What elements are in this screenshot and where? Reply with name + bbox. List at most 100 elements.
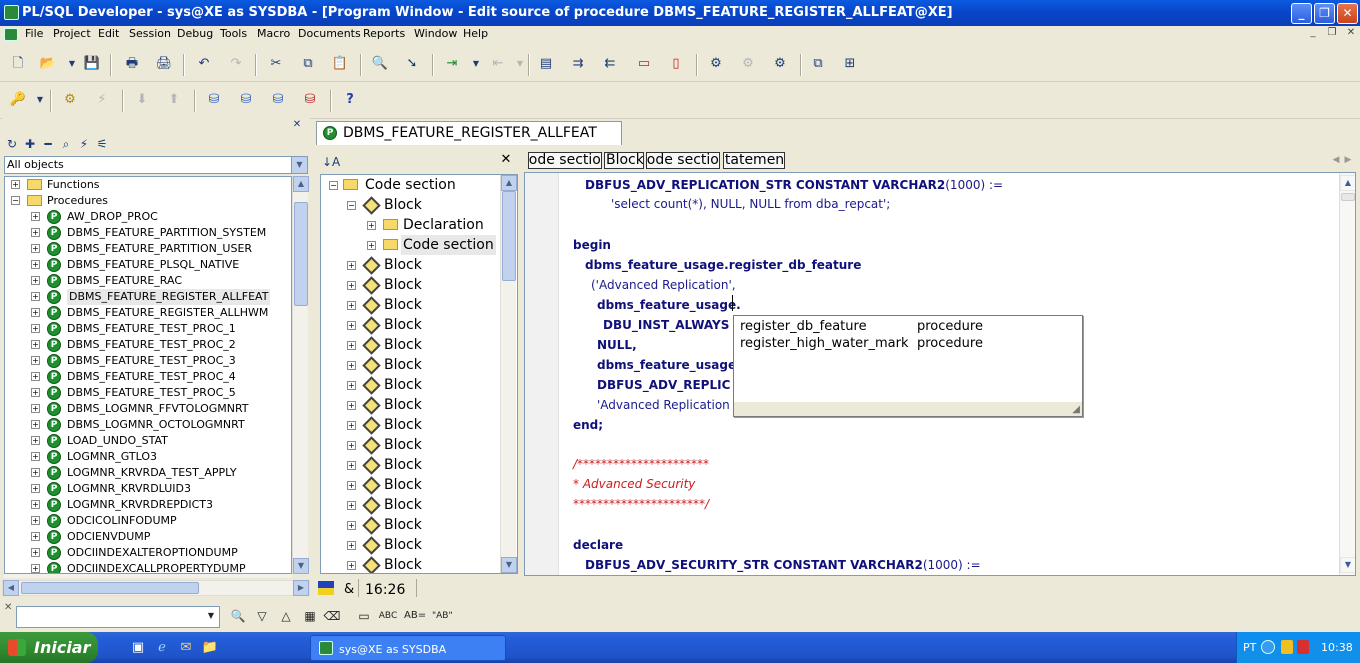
expand-icon[interactable]: +	[31, 500, 40, 509]
collapse-icon[interactable]: −	[11, 196, 20, 205]
expand-icon[interactable]: +	[31, 292, 40, 301]
expand-icon[interactable]: +	[31, 420, 40, 429]
nav-code-section-button-2[interactable]: Code section	[646, 152, 720, 169]
expand-icon[interactable]: +	[347, 421, 356, 430]
expand-icon[interactable]: +	[347, 261, 356, 270]
scroll-down-icon[interactable]: ▼	[1340, 557, 1355, 573]
clear-icon[interactable]: ⌫	[322, 606, 342, 626]
break-icon[interactable]: ⇤	[488, 54, 508, 74]
expand-icon[interactable]: +	[347, 461, 356, 470]
close-button[interactable]: ✕	[1337, 3, 1358, 24]
nav-right-icon[interactable]: ▶	[1342, 150, 1354, 170]
desktop-icon[interactable]: ▣	[128, 638, 148, 658]
expand-icon[interactable]: +	[347, 281, 356, 290]
taskbar-app-button[interactable]: sys@XE as SYSDBA	[310, 635, 506, 661]
object-tree-scrollbar[interactable]: ▲ ▼	[292, 176, 309, 574]
expand-icon[interactable]: +	[347, 401, 356, 410]
expand-icon[interactable]: +	[347, 341, 356, 350]
find-next-icon[interactable]: ▽	[252, 606, 272, 626]
scroll-down-icon[interactable]: ▼	[293, 558, 309, 574]
expand-icon[interactable]: +	[31, 532, 40, 541]
ie-icon[interactable]: ℯ	[152, 638, 172, 658]
help-icon[interactable]: ?	[340, 90, 360, 110]
scroll-thumb[interactable]	[1341, 193, 1355, 201]
execute-icon[interactable]: ⇥	[442, 54, 462, 74]
execute-dropdown-icon[interactable]: ▼	[466, 54, 486, 74]
autocomplete-popup[interactable]: register_db_feature procedure register_h…	[733, 315, 1083, 417]
highlight-icon[interactable]: ▦	[300, 606, 320, 626]
sort-az-icon[interactable]: ↓A	[322, 152, 340, 172]
scroll-up-icon[interactable]: ▲	[1340, 175, 1355, 191]
commit-icon[interactable]: ⬇	[132, 90, 152, 110]
filter-icon[interactable]: ⚡	[76, 134, 92, 154]
paste-icon[interactable]: 📋	[330, 54, 350, 74]
autocomplete-item-name[interactable]: register_db_feature	[740, 319, 867, 334]
debug-icon[interactable]: ⚙	[706, 54, 726, 74]
find-previous-icon[interactable]: △	[276, 606, 296, 626]
editor-scrollbar[interactable]: ▲ ▼	[1339, 173, 1355, 575]
scroll-thumb[interactable]	[294, 202, 308, 306]
step-icon[interactable]: ⚙	[738, 54, 758, 74]
nav-block-button[interactable]: Block	[604, 152, 644, 169]
scroll-left-icon[interactable]: ◀	[3, 580, 19, 596]
menu-debug[interactable]: Debug	[177, 27, 213, 40]
mdi-close-icon[interactable]: ✕	[1343, 27, 1359, 41]
expand-icon[interactable]: +	[31, 564, 40, 573]
code-tree-scrollbar[interactable]: ▲ ▼	[500, 175, 517, 573]
menu-macro[interactable]: Macro	[257, 27, 290, 40]
print-icon[interactable]: 🖶	[122, 54, 142, 74]
cut-icon[interactable]: ✂	[266, 54, 286, 74]
find-icon[interactable]: 🔍	[228, 606, 248, 626]
copy-icon[interactable]: ⧉	[298, 54, 318, 74]
find-input[interactable]: ▼	[16, 606, 220, 628]
tab-program-window[interactable]: P DBMS_FEATURE_REGISTER_ALLFEAT	[316, 121, 622, 145]
outlook-icon[interactable]: ✉	[176, 638, 196, 658]
cascade-windows-icon[interactable]: ⧉	[808, 54, 828, 74]
find-icon[interactable]: 🔍	[370, 54, 390, 74]
scroll-thumb[interactable]	[21, 582, 199, 594]
disconnect-icon[interactable]: ⚡	[92, 90, 112, 110]
expand-icon[interactable]: +	[347, 361, 356, 370]
security-shield-icon[interactable]	[1281, 640, 1293, 654]
key-dropdown-icon[interactable]: ▼	[30, 90, 50, 110]
scroll-up-icon[interactable]: ▲	[501, 175, 517, 191]
menu-reports[interactable]: Reports	[363, 27, 405, 40]
expand-icon[interactable]: +	[347, 481, 356, 490]
alert-shield-icon[interactable]	[1297, 640, 1309, 654]
scroll-thumb[interactable]	[502, 191, 516, 281]
close-code-tree-icon[interactable]: ✕	[498, 150, 514, 170]
resize-grip-icon[interactable]: ◢	[1072, 404, 1080, 415]
explorer-icon[interactable]: 📁	[200, 638, 220, 658]
nav-left-icon[interactable]: ◀	[1330, 150, 1342, 170]
refresh-icon[interactable]: ↻	[4, 134, 20, 154]
expand-icon[interactable]: +	[31, 340, 40, 349]
expand-icon[interactable]: +	[347, 441, 356, 450]
regex-icon[interactable]: AB=	[404, 606, 426, 626]
expand-icon[interactable]: +	[31, 324, 40, 333]
expand-icon[interactable]: +	[367, 221, 376, 230]
close-browser-icon[interactable]: ✕	[290, 118, 304, 132]
expand-icon[interactable]: +	[347, 321, 356, 330]
nav-code-section-button[interactable]: Code section	[528, 152, 602, 169]
expand-icon[interactable]: +	[31, 228, 40, 237]
menu-project[interactable]: Project	[53, 27, 91, 40]
scroll-right-icon[interactable]: ▶	[293, 580, 309, 596]
menu-edit[interactable]: Edit	[98, 27, 119, 40]
scroll-up-icon[interactable]: ▲	[293, 176, 309, 192]
close-find-icon[interactable]: ✕	[4, 602, 12, 613]
expand-icon[interactable]: +	[31, 244, 40, 253]
start-button[interactable]: Iniciar	[0, 632, 98, 663]
match-case-button[interactable]: ABC	[378, 606, 398, 626]
expand-icon[interactable]: +	[347, 521, 356, 530]
browser-hscroll[interactable]: ◀ ▶	[2, 580, 310, 596]
chevron-down-icon[interactable]: ▼	[203, 609, 219, 625]
step-over-icon[interactable]: ⚙	[770, 54, 790, 74]
comment-icon[interactable]: ▭	[634, 54, 654, 74]
sql-window-icon[interactable]: ⛁	[204, 90, 224, 110]
unindent-icon[interactable]: ⇇	[600, 54, 620, 74]
menu-window[interactable]: Window	[414, 27, 457, 40]
expand-icon[interactable]: +	[347, 541, 356, 550]
rollback-icon[interactable]: ⬆	[164, 90, 184, 110]
menu-tools[interactable]: Tools	[220, 27, 247, 40]
chevron-down-icon[interactable]: ▼	[291, 157, 307, 173]
